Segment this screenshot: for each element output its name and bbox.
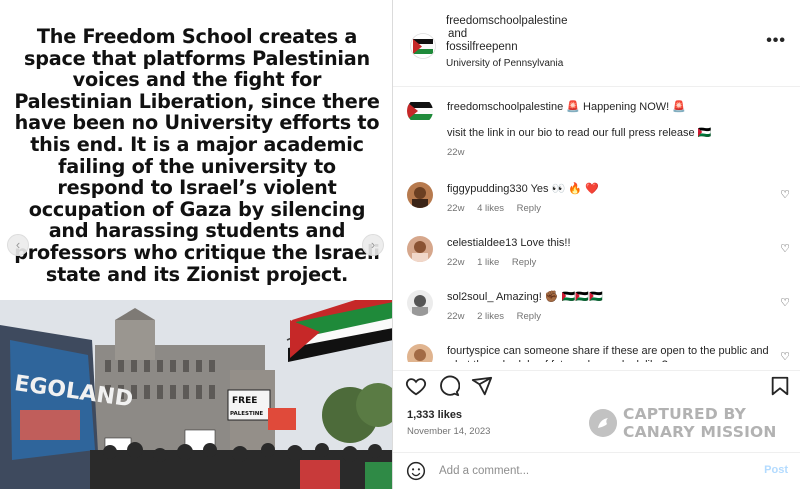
- comment-like-button[interactable]: ♡: [780, 188, 790, 201]
- post-date: November 14, 2023: [407, 426, 491, 437]
- watermark-line2: CANARY MISSION: [623, 423, 777, 441]
- canary-logo: [589, 409, 617, 437]
- more-options-button[interactable]: •••: [766, 32, 786, 50]
- comment-username[interactable]: celestialdee13: [447, 237, 517, 249]
- svg-text:PALESTINE: PALESTINE: [230, 411, 263, 417]
- comment-time: 22w: [447, 257, 465, 268]
- comment-like-button[interactable]: ♡: [780, 350, 790, 362]
- comment-username[interactable]: sol2soul_: [447, 291, 493, 303]
- heart-outline-icon: ♡: [780, 351, 790, 362]
- comment-text: Amazing! ✊🏾 🇵🇸🇵🇸🇵🇸: [495, 291, 603, 303]
- commenter-avatar[interactable]: [407, 182, 433, 208]
- svg-text:FREE: FREE: [232, 396, 257, 406]
- caption-meta: 22w: [447, 146, 770, 160]
- like-count[interactable]: 1,333 likes: [407, 409, 462, 421]
- post-comment-button[interactable]: Post: [764, 464, 788, 476]
- author-username[interactable]: freedomschoolpalestine: [446, 15, 567, 27]
- comment-likes[interactable]: 4 likes: [477, 203, 504, 214]
- comment-like-button[interactable]: ♡: [780, 296, 790, 309]
- comment-likes[interactable]: 1 like: [477, 257, 499, 268]
- more-icon: •••: [766, 32, 786, 49]
- heart-outline-icon: ♡: [780, 243, 790, 255]
- comment-text: Love this!!: [520, 237, 571, 249]
- comment-meta: 22w 2 likes Reply: [447, 310, 770, 324]
- watermark: CAPTURED BY CANARY MISSION: [589, 405, 789, 443]
- author-names: freedomschoolpalestine and fossilfreepen…: [446, 15, 567, 70]
- caption-username[interactable]: freedomschoolpalestine: [447, 101, 563, 113]
- post-side-panel: freedomschoolpalestine and fossilfreepen…: [393, 0, 800, 489]
- author-avatar[interactable]: [410, 33, 436, 59]
- comment-composer: Post: [393, 452, 800, 489]
- commenter-avatar[interactable]: [407, 290, 433, 316]
- carousel-prev-button[interactable]: ‹: [7, 234, 29, 256]
- reply-button[interactable]: Reply: [517, 203, 541, 214]
- comment-time: 22w: [447, 311, 465, 322]
- post-media[interactable]: The Freedom School creates a space that …: [0, 0, 393, 489]
- caption-time: 22w: [447, 147, 465, 158]
- comment-username[interactable]: figgypudding330: [447, 183, 528, 195]
- comment-likes[interactable]: 2 likes: [477, 311, 504, 322]
- comment-meta: 22w 4 likes Reply: [447, 202, 770, 216]
- smiley-icon[interactable]: [406, 461, 426, 481]
- share-icon[interactable]: [471, 375, 493, 397]
- commenter-avatar[interactable]: [407, 344, 433, 362]
- heart-outline-icon: ♡: [780, 297, 790, 309]
- caption-text-line2: visit the link in our bio to read our fu…: [447, 127, 712, 139]
- chevron-right-icon: ›: [370, 237, 376, 252]
- post-quote-text: The Freedom School creates a space that …: [14, 25, 380, 286]
- heart-icon[interactable]: [405, 375, 427, 397]
- comment-like-button[interactable]: ♡: [780, 242, 790, 255]
- comment-text: Yes 👀 🔥 ❤️: [530, 183, 599, 195]
- comments-list[interactable]: freedomschoolpalestine 🚨 Happening NOW! …: [393, 88, 800, 362]
- watermark-line1: CAPTURED BY: [623, 405, 747, 423]
- reply-button[interactable]: Reply: [517, 311, 541, 322]
- comment-input[interactable]: [439, 462, 739, 480]
- bookmark-icon[interactable]: [769, 375, 791, 397]
- commenter-avatar[interactable]: [407, 236, 433, 262]
- reply-button[interactable]: Reply: [512, 257, 536, 268]
- free-palestine-sign: FREE PALESTINE: [227, 389, 271, 421]
- comment-username[interactable]: fourtyspice: [447, 345, 500, 357]
- caption-text-line1: 🚨 Happening NOW! 🚨: [566, 101, 686, 113]
- post-header: freedomschoolpalestine and fossilfreepen…: [393, 0, 800, 87]
- comment-meta: 22w 1 like Reply: [447, 256, 770, 270]
- comment-time: 22w: [447, 203, 465, 214]
- post-location[interactable]: University of Pennsylvania: [446, 57, 567, 70]
- protest-photo: EGOLAND FREE PALESTINE: [0, 300, 392, 489]
- comment-icon[interactable]: [438, 375, 460, 397]
- coauthor-joiner: and: [448, 28, 468, 40]
- chevron-left-icon: ‹: [15, 237, 21, 252]
- carousel-next-button[interactable]: ›: [362, 234, 384, 256]
- caption-avatar[interactable]: [407, 98, 433, 124]
- action-bar: [393, 370, 800, 400]
- coauthor-username[interactable]: fossilfreepenn: [446, 41, 518, 53]
- heart-outline-icon: ♡: [780, 189, 790, 201]
